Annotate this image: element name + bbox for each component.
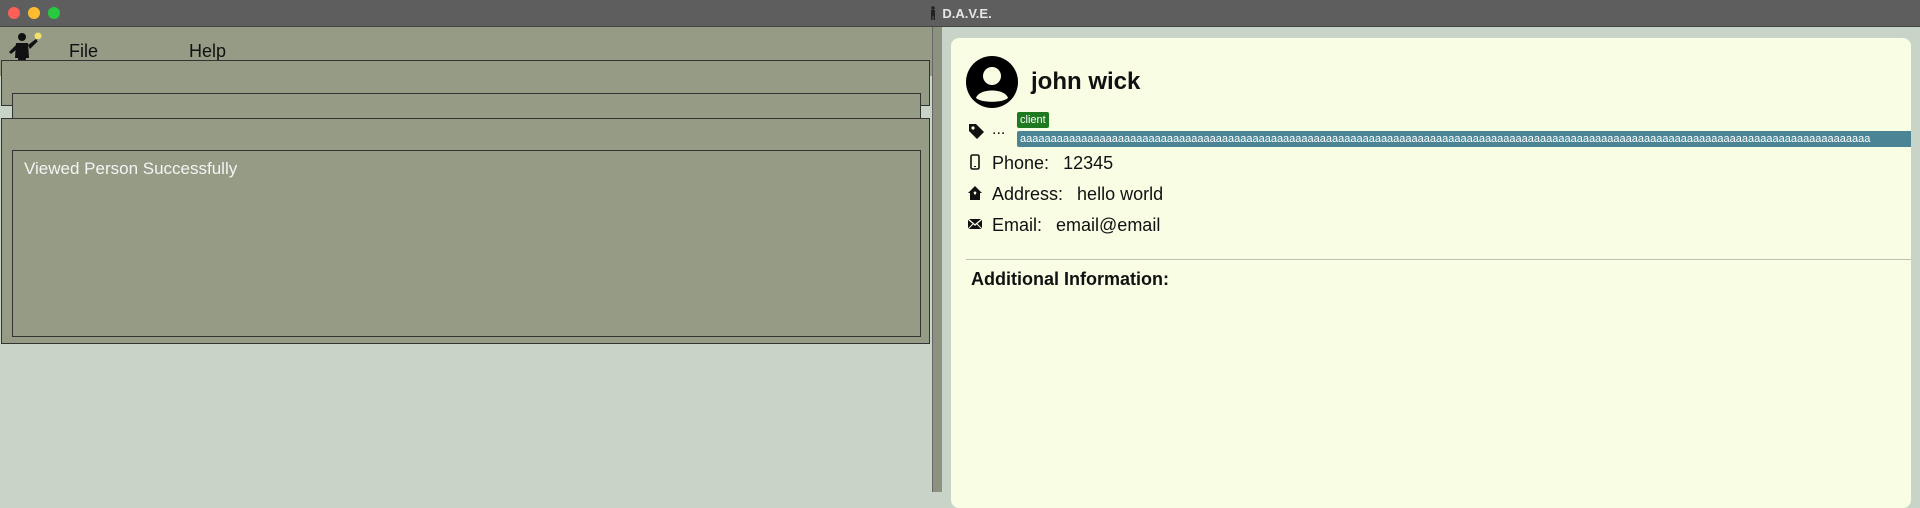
home-icon bbox=[968, 186, 982, 200]
app-title-icon bbox=[931, 6, 936, 20]
address-row: Address: hello world bbox=[992, 184, 1163, 205]
address-value: hello world bbox=[1077, 184, 1164, 204]
tags-ellipsis: ... bbox=[992, 121, 1006, 138]
email-label: Email: bbox=[992, 215, 1043, 235]
email-value: email@email bbox=[1056, 215, 1161, 235]
result-message: Viewed Person Successfully bbox=[24, 159, 238, 178]
window-titlebar: D.A.V.E. bbox=[0, 0, 1920, 27]
address-label: Address: bbox=[992, 184, 1064, 204]
menu-help[interactable]: Help bbox=[189, 41, 226, 62]
person-name: john wick bbox=[1031, 68, 1141, 95]
tag-long: aaaaaaaaaaaaaaaaaaaaaaaaaaaaaaaaaaaaaaaa… bbox=[1017, 131, 1911, 147]
person-detail-panel: john wick ... client aaaaaaaaaaaaaaaaaaa… bbox=[951, 38, 1911, 508]
menu-file[interactable]: File bbox=[69, 41, 98, 62]
person-avatar-icon bbox=[966, 56, 1018, 108]
phone-label: Phone: bbox=[992, 153, 1050, 173]
additional-info-title: Additional Information: bbox=[971, 269, 1169, 289]
tag-client: client bbox=[1017, 112, 1049, 128]
section-divider bbox=[966, 259, 1911, 260]
phone-row: Phone: 12345 bbox=[992, 153, 1113, 174]
mail-icon bbox=[967, 218, 983, 230]
window-title: D.A.V.E. bbox=[942, 5, 992, 21]
phone-value: 12345 bbox=[1063, 153, 1114, 173]
tag-icon bbox=[969, 124, 984, 139]
phone-icon bbox=[970, 154, 980, 170]
email-row: Email: email@email bbox=[992, 215, 1160, 236]
